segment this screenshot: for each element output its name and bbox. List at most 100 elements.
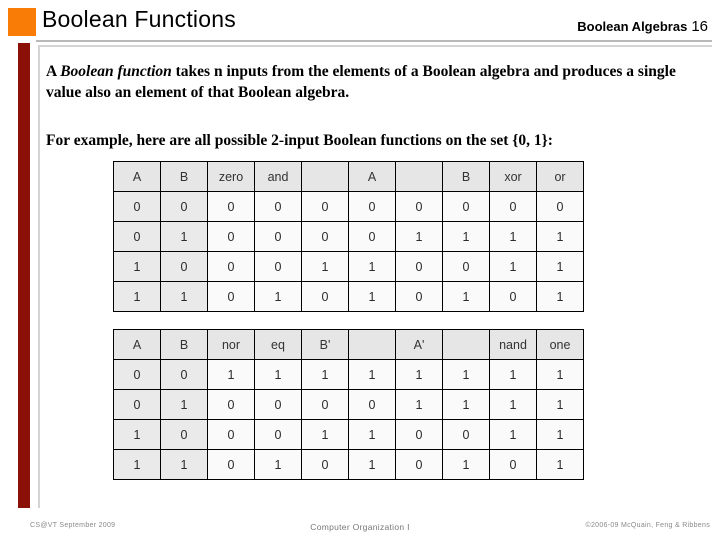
table-cell: 0 <box>301 191 349 222</box>
table-header-cell <box>348 329 396 360</box>
table-cell: 0 <box>489 191 537 222</box>
table-cell: 1 <box>442 449 490 480</box>
table-cell: 1 <box>489 359 537 390</box>
table-cell: 0 <box>442 419 490 450</box>
truth-table-lower-body: A B nor eq B' A' nand one 0 0 1 1 1 1 1 … <box>113 329 584 480</box>
table-cell: 1 <box>536 449 584 480</box>
table-cell-input: 0 <box>160 359 208 390</box>
table-cell-input: 0 <box>160 419 208 450</box>
table-cell: 0 <box>207 281 255 312</box>
table-cell: 1 <box>489 221 537 252</box>
table-cell: 1 <box>536 281 584 312</box>
table-cell: 0 <box>254 221 302 252</box>
table-header-row: A B nor eq B' A' nand one <box>113 329 584 360</box>
table-cell: 1 <box>348 281 396 312</box>
table-row: 1 0 0 0 1 1 0 0 1 1 <box>113 251 584 282</box>
table-cell: 1 <box>348 419 396 450</box>
table-cell: 1 <box>536 389 584 420</box>
table-cell: 0 <box>207 251 255 282</box>
orange-accent-square <box>8 8 36 36</box>
table-cell: 1 <box>301 419 349 450</box>
table-cell: 0 <box>301 221 349 252</box>
header-subject-label: Boolean Algebras <box>577 19 688 34</box>
table-cell: 0 <box>301 389 349 420</box>
table-cell-input: 0 <box>160 191 208 222</box>
table-cell: 1 <box>395 221 443 252</box>
table-cell: 0 <box>207 419 255 450</box>
table-cell: 1 <box>348 359 396 390</box>
truth-table-upper-body: A B zero and A B xor or 0 0 0 0 0 0 0 0 <box>113 161 584 312</box>
table-cell: 1 <box>536 419 584 450</box>
table-row: 0 0 1 1 1 1 1 1 1 1 <box>113 359 584 390</box>
table-cell: 0 <box>207 449 255 480</box>
table-cell: 0 <box>442 251 490 282</box>
table-cell: 1 <box>536 221 584 252</box>
table-row: 0 1 0 0 0 0 1 1 1 1 <box>113 221 584 252</box>
table-header-cell <box>395 161 443 192</box>
table-row: 1 0 0 0 1 1 0 0 1 1 <box>113 419 584 450</box>
table-cell: 1 <box>442 221 490 252</box>
table-row: 1 1 0 1 0 1 0 1 0 1 <box>113 449 584 480</box>
table-cell: 0 <box>207 389 255 420</box>
table-header-cell: nand <box>489 329 537 360</box>
table-header-cell: one <box>536 329 584 360</box>
table-header-cell: A <box>113 329 161 360</box>
table-cell: 1 <box>395 389 443 420</box>
table-cell: 0 <box>207 221 255 252</box>
table-header-cell: and <box>254 161 302 192</box>
table-cell: 0 <box>301 281 349 312</box>
table-cell-input: 0 <box>113 191 161 222</box>
table-header-cell: eq <box>254 329 302 360</box>
table-header-cell: A <box>113 161 161 192</box>
table-cell-input: 1 <box>113 419 161 450</box>
table-header-cell: B <box>160 329 208 360</box>
table-cell: 0 <box>207 191 255 222</box>
table-cell: 1 <box>442 389 490 420</box>
table-cell: 1 <box>489 389 537 420</box>
table-cell-input: 1 <box>160 449 208 480</box>
table-cell: 0 <box>348 389 396 420</box>
table-cell: 1 <box>489 251 537 282</box>
table-cell: 0 <box>254 191 302 222</box>
table-cell: 0 <box>536 191 584 222</box>
header-right-group: Boolean Algebras 16 <box>577 18 708 35</box>
table-cell-input: 0 <box>113 389 161 420</box>
table-cell-input: 1 <box>113 449 161 480</box>
footer-right: ©2006-09 McQuain, Feng & Ribbens <box>585 522 710 529</box>
table-header-cell: B <box>442 161 490 192</box>
table-cell: 0 <box>254 419 302 450</box>
table-cell: 1 <box>301 359 349 390</box>
table-cell: 0 <box>395 449 443 480</box>
table-cell: 1 <box>395 359 443 390</box>
table-header-cell: B <box>160 161 208 192</box>
table-cell: 0 <box>489 449 537 480</box>
table-cell: 0 <box>348 191 396 222</box>
table-header-cell: zero <box>207 161 255 192</box>
table-cell-input: 0 <box>113 359 161 390</box>
table-cell: 1 <box>254 281 302 312</box>
table-row: 1 1 0 1 0 1 0 1 0 1 <box>113 281 584 312</box>
table-cell: 1 <box>207 359 255 390</box>
term-boolean-function: Boolean function <box>60 63 172 80</box>
table-cell-input: 1 <box>160 281 208 312</box>
table-cell: 1 <box>254 449 302 480</box>
table-header-cell: A <box>348 161 396 192</box>
paragraph-definition-prefix: A <box>46 63 61 80</box>
table-header-cell: or <box>536 161 584 192</box>
table-header-row: A B zero and A B xor or <box>113 161 584 192</box>
truth-table-lower: A B nor eq B' A' nand one 0 0 1 1 1 1 1 … <box>113 329 584 480</box>
table-cell: 1 <box>536 359 584 390</box>
paragraph-definition: A Boolean function takes n inputs from t… <box>46 62 696 104</box>
table-cell: 0 <box>395 281 443 312</box>
table-cell: 1 <box>536 251 584 282</box>
table-cell: 1 <box>348 251 396 282</box>
left-accent-bar <box>18 43 30 508</box>
table-cell: 0 <box>301 449 349 480</box>
table-row: 0 0 0 0 0 0 0 0 0 0 <box>113 191 584 222</box>
table-cell: 0 <box>489 281 537 312</box>
paragraph-example: For example, here are all possible 2-inp… <box>46 132 553 149</box>
table-cell: 0 <box>395 191 443 222</box>
table-cell-input: 1 <box>160 221 208 252</box>
table-cell-input: 1 <box>113 281 161 312</box>
table-cell-input: 1 <box>113 251 161 282</box>
